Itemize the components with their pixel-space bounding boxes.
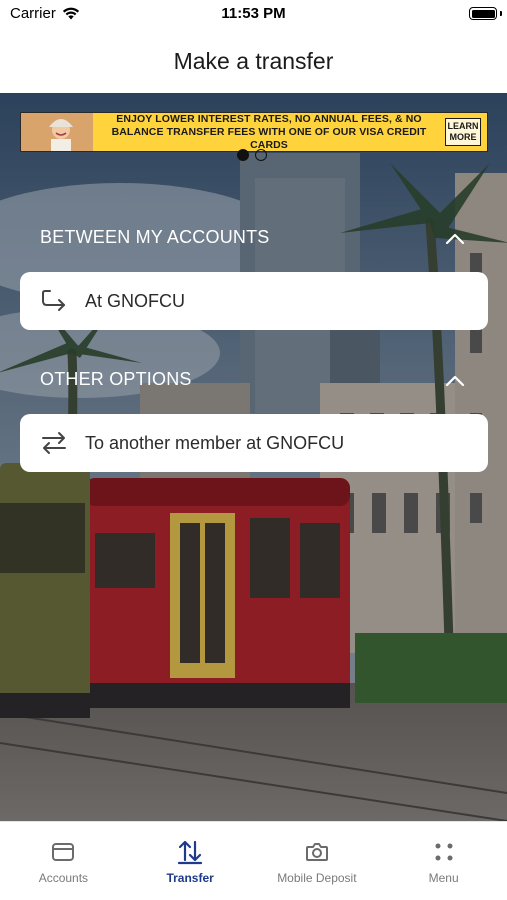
- battery-icon: [469, 7, 497, 20]
- section-header-other-options[interactable]: OTHER OPTIONS: [0, 365, 507, 395]
- section-title: OTHER OPTIONS: [40, 369, 192, 389]
- learn-more-line1: LEARN: [447, 121, 479, 131]
- tab-menu[interactable]: Menu: [380, 822, 507, 900]
- return-arrow-icon: [39, 286, 69, 316]
- learn-more-line2: MORE: [449, 132, 477, 142]
- camera-icon: [304, 839, 330, 865]
- promo-photo: [21, 113, 93, 151]
- transfer-options-area: ENJOY LOWER INTEREST RATES, NO ANNUAL FE…: [0, 93, 507, 821]
- wallet-icon: [50, 839, 76, 865]
- tab-label: Mobile Deposit: [277, 871, 357, 885]
- option-label: To another member at GNOFCU: [85, 432, 345, 453]
- carousel-indicator: [237, 149, 267, 161]
- grid-dots-icon: [431, 839, 457, 865]
- carousel-dot-active[interactable]: [237, 149, 249, 161]
- tab-accounts[interactable]: Accounts: [0, 822, 127, 900]
- option-at-gnofcu[interactable]: At GNOFCU: [20, 272, 488, 330]
- tab-transfer[interactable]: Transfer: [127, 822, 254, 900]
- tab-label: Accounts: [38, 871, 89, 885]
- tab-mobile-deposit[interactable]: Mobile Deposit: [254, 822, 381, 900]
- promo-text: ENJOY LOWER INTEREST RATES, NO ANNUAL FE…: [111, 112, 427, 151]
- section-title: BETWEEN MY ACCOUNTS: [40, 227, 270, 247]
- tab-label: Transfer: [166, 871, 214, 885]
- bottom-tab-bar: Accounts Transfer Mobile Deposit Menu: [0, 821, 507, 900]
- section-header-between-my-accounts[interactable]: BETWEEN MY ACCOUNTS: [0, 223, 507, 253]
- status-time: 11:53 PM: [221, 5, 286, 22]
- page-title: Make a transfer: [173, 48, 334, 74]
- option-to-another-member[interactable]: To another member at GNOFCU: [20, 414, 488, 472]
- promo-banner[interactable]: ENJOY LOWER INTEREST RATES, NO ANNUAL FE…: [20, 112, 488, 152]
- option-label: At GNOFCU: [85, 290, 186, 311]
- learn-more-button[interactable]: LEARN MORE: [445, 118, 481, 146]
- status-bar: Carrier 11:53 PM: [0, 0, 507, 30]
- transfer-arrows-icon: [177, 839, 203, 865]
- chevron-up-icon[interactable]: [445, 373, 465, 387]
- carousel-dot[interactable]: [255, 149, 267, 161]
- page-header: Make a transfer: [0, 30, 507, 93]
- chevron-up-icon[interactable]: [445, 231, 465, 245]
- tab-label: Menu: [428, 871, 459, 885]
- swap-arrows-icon: [39, 428, 69, 458]
